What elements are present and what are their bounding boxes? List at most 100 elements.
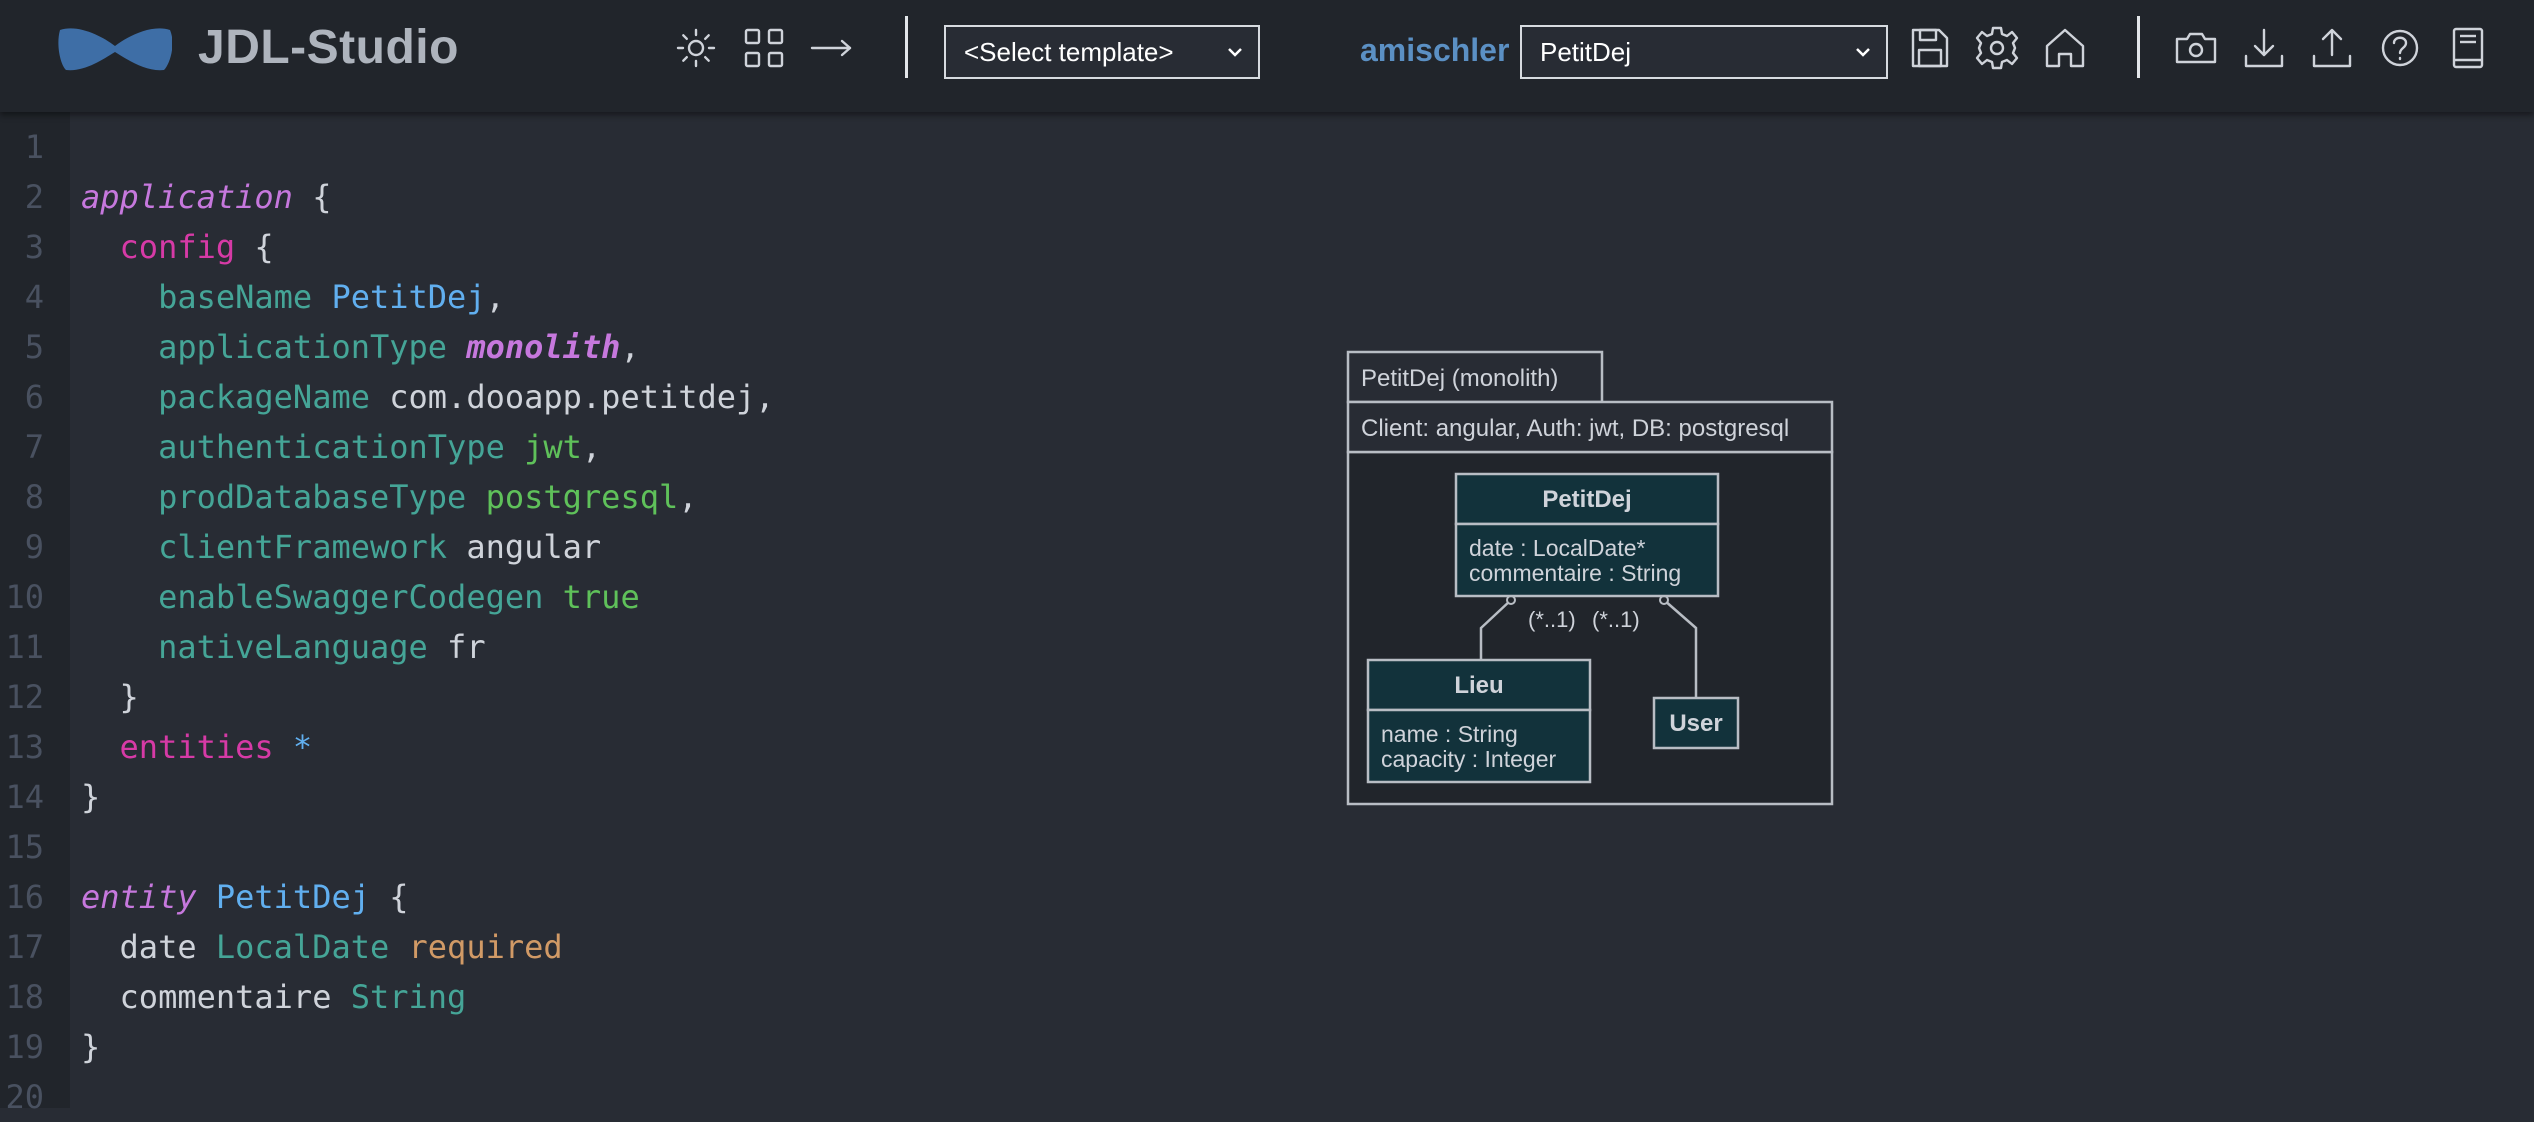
home-icon[interactable] — [2039, 22, 2091, 74]
code-line[interactable]: baseName PetitDej, — [81, 272, 505, 322]
entity-name: User — [1669, 710, 1722, 737]
entity-petitdej[interactable]: PetitDej date : LocalDate* commentaire :… — [1454, 472, 1720, 598]
template-select[interactable]: <Select template> — [944, 25, 1260, 79]
code-line[interactable]: authenticationType jwt, — [81, 422, 601, 472]
download-icon[interactable] — [2238, 22, 2290, 74]
entity-field: date : LocalDate* — [1469, 535, 1646, 561]
code-line[interactable]: application { — [81, 172, 331, 222]
code-token: date — [81, 928, 197, 966]
code-token: { — [235, 228, 274, 266]
line-number: 10 — [5, 578, 44, 616]
code-token: jwt — [524, 428, 582, 466]
line-number: 8 — [24, 478, 44, 516]
code-token: String — [350, 978, 467, 1016]
code-token: angular — [466, 528, 602, 566]
chevron-down-icon — [1228, 48, 1242, 57]
code-token: applicationType — [81, 328, 448, 366]
code-token: commentaire — [81, 978, 332, 1016]
entity-name: Lieu — [1454, 672, 1503, 699]
editor-gutter: 1 2 3 4 5 6 7 8 9 10 11 12 13 14 15 16 17 18 19 20 — [0, 112, 70, 1116]
code-token: application — [81, 178, 293, 216]
code-token: , — [581, 428, 602, 466]
code-line[interactable]: prodDatabaseType postgresql, — [81, 472, 697, 522]
code-line[interactable]: clientFramework angular — [81, 522, 601, 572]
save-icon[interactable] — [1903, 22, 1955, 74]
code-line[interactable]: nativeLanguage fr — [81, 622, 486, 672]
code-token: true — [562, 578, 640, 616]
code-line[interactable]: commentaire String — [81, 972, 467, 1022]
grid-icon[interactable] — [738, 22, 790, 74]
code-token: required — [408, 928, 563, 966]
entity-diagram[interactable]: PetitDej (monolith) Client: angular, Aut… — [1346, 350, 1836, 810]
code-token: entities — [81, 728, 274, 766]
code-token: authenticationType — [81, 428, 505, 466]
code-line[interactable]: date LocalDate required — [81, 922, 563, 972]
code-line[interactable]: entity PetitDej { — [81, 872, 409, 922]
code-line[interactable]: } — [81, 672, 139, 722]
code-token: PetitDej — [331, 278, 486, 316]
gear-icon[interactable] — [1971, 22, 2023, 74]
code-line[interactable]: entities * — [81, 722, 313, 772]
line-number: 4 — [24, 278, 44, 316]
code-token: , — [620, 328, 640, 366]
upload-icon[interactable] — [2306, 22, 2358, 74]
entity-field: capacity : Integer — [1381, 746, 1556, 772]
header-divider — [905, 16, 908, 78]
help-icon[interactable] — [2374, 22, 2426, 74]
line-number: 1 — [24, 128, 44, 166]
line-number: 9 — [24, 528, 44, 566]
arrow-right-icon[interactable] — [806, 22, 858, 74]
code-line[interactable]: } — [81, 772, 100, 822]
code-token: } — [81, 1028, 101, 1066]
code-line[interactable]: packageName com.dooapp.petitdej, — [81, 372, 775, 422]
code-token: nativeLanguage — [81, 628, 428, 666]
app-tab-label: PetitDej (monolith) — [1361, 365, 1558, 392]
code-token: { — [369, 878, 409, 916]
code-line[interactable]: } — [81, 1022, 100, 1072]
line-number: 11 — [5, 628, 44, 666]
line-number: 16 — [5, 878, 44, 916]
code-token: enableSwaggerCodegen — [81, 578, 544, 616]
line-number: 13 — [5, 728, 44, 766]
code-token: PetitDej — [215, 878, 370, 916]
line-number: 7 — [24, 428, 44, 466]
code-line[interactable]: enableSwaggerCodegen true — [81, 572, 640, 622]
sun-icon[interactable] — [670, 22, 722, 74]
entity-field: commentaire : String — [1469, 560, 1681, 586]
project-select-value: PetitDej — [1540, 37, 1632, 67]
line-number: 5 — [24, 328, 44, 366]
line-number: 3 — [24, 228, 44, 266]
code-token: , — [485, 278, 505, 316]
line-number: 17 — [5, 928, 44, 966]
template-select-value: <Select template> — [964, 37, 1174, 67]
code-line[interactable]: config { — [81, 222, 274, 272]
book-icon[interactable] — [2442, 22, 2494, 74]
code-token: packageName — [81, 378, 370, 416]
relation-label-user: (*..1) — [1592, 607, 1640, 632]
entity-name: PetitDej — [1542, 486, 1631, 513]
entity-user[interactable]: User — [1652, 696, 1740, 750]
code-token: baseName — [81, 278, 313, 316]
code-token: } — [81, 678, 139, 716]
username[interactable]: amischler — [1360, 32, 1509, 69]
entity-lieu[interactable]: Lieu name : String capacity : Integer — [1366, 658, 1592, 784]
code-line[interactable]: applicationType monolith, — [81, 322, 640, 372]
project-select[interactable]: PetitDej — [1520, 25, 1888, 79]
entity-field: name : String — [1381, 721, 1518, 747]
code-token: entity — [81, 878, 197, 916]
camera-icon[interactable] — [2170, 22, 2222, 74]
header-divider — [2137, 16, 2140, 78]
app-title: JDL-Studio — [198, 21, 459, 74]
